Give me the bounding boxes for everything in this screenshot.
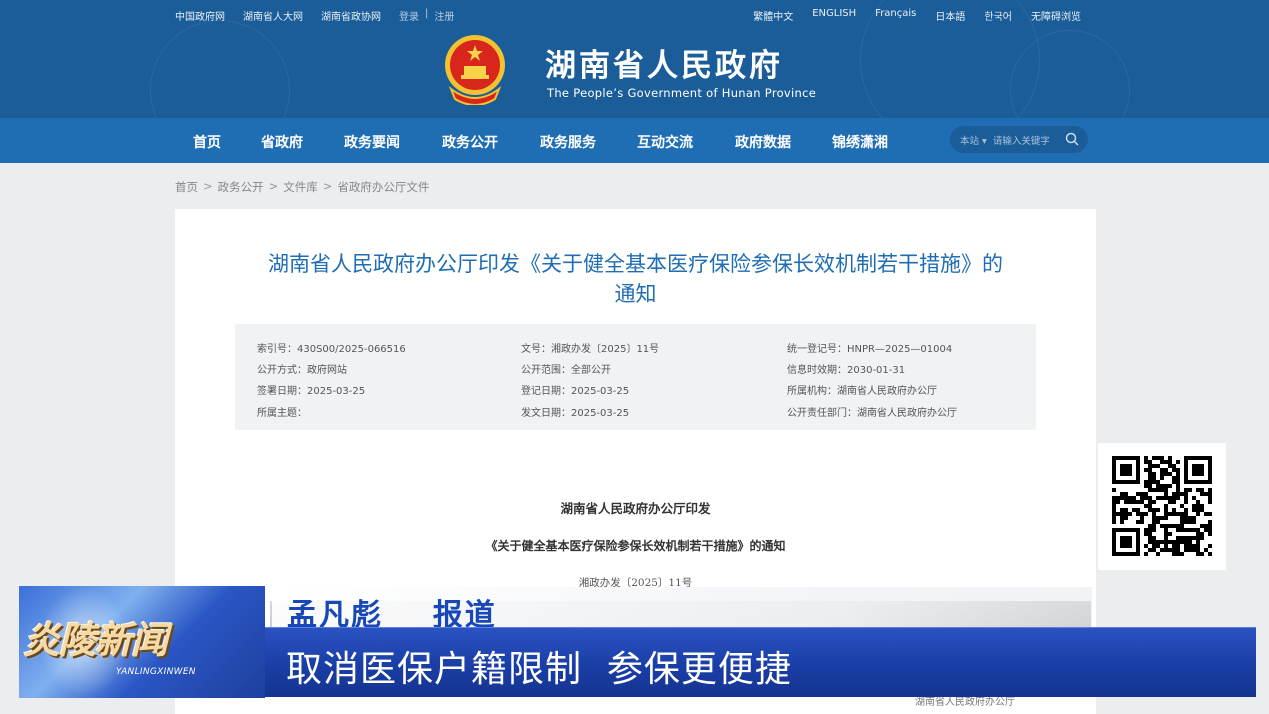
nav-gov-data[interactable]: 政府数据 [735, 132, 791, 152]
link-cppcc-hunan[interactable]: 湖南省政协网 [321, 8, 381, 23]
register-link[interactable]: 注册 [434, 8, 454, 23]
auth-separator: | [425, 8, 429, 19]
news-logo-text: 炎陵新闻 [23, 619, 168, 662]
breadcrumb-gov-affairs[interactable]: 政务公开 [218, 179, 264, 195]
lang-traditional[interactable]: 繁體中文 [753, 8, 793, 23]
meta-topic: 所属主题： [257, 408, 307, 419]
site-subtitle: The People’s Government of Hunan Provinc… [547, 86, 817, 100]
chevron-right-icon: > [203, 179, 213, 193]
lang-french[interactable]: Français [875, 8, 916, 23]
site-title[interactable]: 湖南省人民政府 [545, 40, 783, 85]
meta-responsible-dept: 公开责任部门：湖南省人民政府办公厅 [787, 408, 957, 419]
chevron-right-icon: > [322, 179, 333, 193]
breadcrumb: 首页 > 政务公开 > 文件库 > 省政府办公厅文件 [175, 179, 429, 195]
qr-code-icon [1112, 456, 1212, 556]
document-notice-title: 《关于健全基本医疗保险参保长效机制若干措施》的通知 [485, 539, 786, 553]
meta-publish-scope: 公开范围：全部公开 [521, 365, 611, 376]
lang-japanese[interactable]: 日本語 [935, 8, 965, 23]
meta-index-number: 索引号：430S00/2025-066516 [257, 344, 406, 355]
search-input[interactable]: 请输入关键字 [993, 133, 1050, 147]
main-nav: 首页 省政府 政务要闻 政务公开 政务服务 互动交流 政府数据 锦绣潇湘 本站 … [0, 118, 1269, 163]
chevron-right-icon: > [268, 179, 279, 193]
document-meta-table: 索引号：430S00/2025-066516 文号：湘政办发〔2025〕11号 … [235, 324, 1036, 430]
meta-registration-number: 统一登记号：HNPR—2025—01004 [787, 344, 953, 355]
nav-gov-news[interactable]: 政务要闻 [344, 132, 400, 152]
site-header: 中国政府网 湖南省人大网 湖南省政协网 登录 | 注册 繁體中文 ENGLISH… [0, 0, 1269, 118]
auth-links: 登录 | 注册 [399, 8, 454, 23]
top-links-right: 繁體中文 ENGLISH Français 日本語 한국어 无障碍浏览 [753, 8, 1081, 23]
document-issuer: 湖南省人民政府办公厅印发 [560, 501, 711, 516]
lang-english[interactable]: ENGLISH [812, 8, 856, 23]
qr-code [1098, 443, 1226, 570]
breadcrumb-home[interactable]: 首页 [175, 179, 198, 195]
login-link[interactable]: 登录 [399, 8, 419, 23]
link-gov-cn[interactable]: 中国政府网 [175, 8, 225, 23]
header-decoration [150, 20, 290, 118]
meta-publish-method: 公开方式：政府网站 [257, 365, 347, 376]
meta-issue-date: 发文日期：2025-03-25 [521, 408, 630, 419]
nav-interaction[interactable]: 互动交流 [637, 132, 693, 152]
meta-sign-date: 签署日期：2025-03-25 [257, 386, 366, 397]
accessibility-link[interactable]: 无障碍浏览 [1031, 8, 1081, 23]
news-logo-pinyin: YANLINGXINWEN [116, 667, 196, 677]
top-links-left: 中国政府网 湖南省人大网 湖南省政协网 登录 | 注册 [175, 8, 454, 23]
link-npc-hunan[interactable]: 湖南省人大网 [243, 8, 303, 23]
breadcrumb-office-files[interactable]: 省政府办公厅文件 [337, 179, 429, 195]
nav-xiaoxiang[interactable]: 锦绣潇湘 [832, 132, 888, 152]
national-emblem-icon [445, 35, 505, 105]
meta-validity: 信息时效期：2030-01-31 [787, 365, 906, 376]
headline-text: 取消医保户籍限制 参保更便捷 [286, 649, 792, 690]
nav-home[interactable]: 首页 [193, 132, 221, 152]
search-icon[interactable] [1065, 132, 1079, 146]
document-title: 湖南省人民政府办公厅印发《关于健全基本医疗保险参保长效机制若干措施》的 通知 [268, 252, 1003, 306]
meta-doc-number: 文号：湘政办发〔2025〕11号 [521, 344, 660, 355]
meta-register-date: 登记日期：2025-03-25 [521, 386, 630, 397]
breadcrumb-file-library[interactable]: 文件库 [283, 179, 318, 195]
search-box[interactable]: 本站 ▾ 请输入关键字 [950, 126, 1088, 153]
nav-province-gov[interactable]: 省政府 [261, 132, 303, 152]
meta-organization: 所属机构：湖南省人民政府办公厅 [787, 386, 937, 397]
nav-gov-services[interactable]: 政务服务 [540, 132, 596, 152]
nav-gov-affairs-open[interactable]: 政务公开 [442, 132, 498, 152]
search-scope-select[interactable]: 本站 ▾ [960, 133, 987, 147]
lang-korean[interactable]: 한국어 [984, 8, 1012, 23]
